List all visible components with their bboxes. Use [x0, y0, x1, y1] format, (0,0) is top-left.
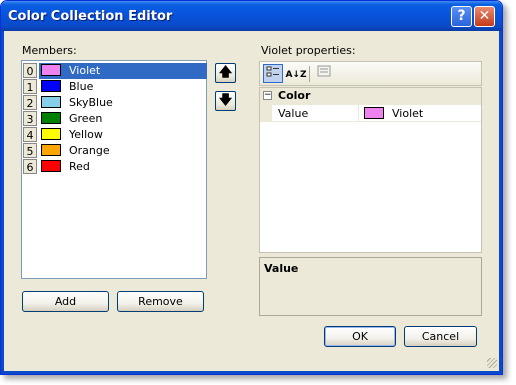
list-item[interactable]: 2 SkyBlue: [23, 95, 207, 111]
item-name: Orange: [69, 144, 110, 157]
help-button[interactable]: ?: [451, 6, 472, 27]
members-list[interactable]: 0 Violet 1 Blue 2 SkyBlue 3 Green 4 Yell…: [21, 60, 207, 279]
item-name: Green: [69, 112, 103, 125]
color-swatch: [41, 160, 61, 172]
item-index: 4: [23, 127, 37, 142]
item-index: 5: [23, 143, 37, 158]
window-frame-right: [499, 31, 502, 374]
remove-button[interactable]: Remove: [117, 291, 204, 312]
item-name: Red: [69, 160, 90, 173]
value-color-swatch: [364, 107, 384, 119]
list-item[interactable]: 3 Green: [23, 111, 207, 127]
toolbar-separator: [309, 66, 310, 82]
close-button[interactable]: ✕: [474, 6, 495, 27]
categorized-button[interactable]: [263, 64, 283, 83]
property-name: Value: [278, 107, 309, 120]
properties-label: Violet properties:: [261, 44, 356, 57]
categorized-icon: [266, 66, 279, 77]
ok-button[interactable]: OK: [324, 326, 396, 347]
list-item[interactable]: 1 Blue: [23, 79, 207, 95]
property-row-value[interactable]: Value Violet: [260, 105, 481, 122]
alphabetical-button[interactable]: A↓Z: [285, 64, 307, 83]
description-pane: Value: [259, 257, 482, 316]
property-grid-toolbar: A↓Z: [259, 61, 482, 86]
category-row[interactable]: − Color: [260, 88, 481, 105]
list-item[interactable]: 0 Violet: [23, 63, 207, 79]
dialog-window: Color Collection Editor ? ✕ Members: 0 V…: [0, 0, 503, 375]
item-name: Blue: [69, 80, 94, 93]
color-swatch: [41, 64, 61, 76]
color-swatch: [41, 128, 61, 140]
item-index: 0: [23, 63, 37, 78]
add-button[interactable]: Add: [22, 291, 109, 312]
property-pages-icon: [317, 65, 331, 77]
resize-grip-icon[interactable]: [487, 358, 497, 368]
color-swatch: [41, 144, 61, 156]
item-name: Violet: [69, 64, 101, 77]
color-swatch: [41, 80, 61, 92]
arrow-down-icon: 🡇: [218, 93, 233, 108]
window-frame-left: [1, 31, 4, 374]
sort-alphabetical-icon: A↓Z: [285, 70, 307, 80]
move-up-button[interactable]: 🡅: [215, 63, 236, 83]
window-title: Color Collection Editor: [8, 9, 173, 24]
title-bar[interactable]: Color Collection Editor ? ✕: [1, 1, 502, 31]
row-gutter: [260, 105, 272, 122]
list-item[interactable]: 5 Orange: [23, 143, 207, 159]
window-frame-bottom: [1, 371, 502, 374]
property-pages-button[interactable]: [314, 64, 334, 83]
property-grid: − Color Value Violet: [259, 87, 482, 253]
item-name: Yellow: [69, 128, 103, 141]
category-name: Color: [278, 89, 311, 102]
color-swatch: [41, 112, 61, 124]
list-item[interactable]: 6 Red: [23, 159, 207, 175]
item-index: 2: [23, 95, 37, 110]
color-swatch: [41, 96, 61, 108]
item-index: 3: [23, 111, 37, 126]
item-index: 6: [23, 159, 37, 174]
move-down-button[interactable]: 🡇: [215, 91, 236, 111]
list-item[interactable]: 4 Yellow: [23, 127, 207, 143]
item-index: 1: [23, 79, 37, 94]
arrow-up-icon: 🡅: [218, 65, 233, 80]
property-value[interactable]: Violet: [392, 107, 423, 120]
description-title: Value: [264, 262, 299, 275]
item-name: SkyBlue: [69, 96, 113, 109]
selection-highlight: [39, 63, 207, 79]
cancel-button[interactable]: Cancel: [404, 326, 477, 347]
collapse-toggle-icon[interactable]: −: [263, 91, 272, 100]
column-splitter: [358, 105, 359, 122]
members-label: Members:: [22, 44, 77, 57]
